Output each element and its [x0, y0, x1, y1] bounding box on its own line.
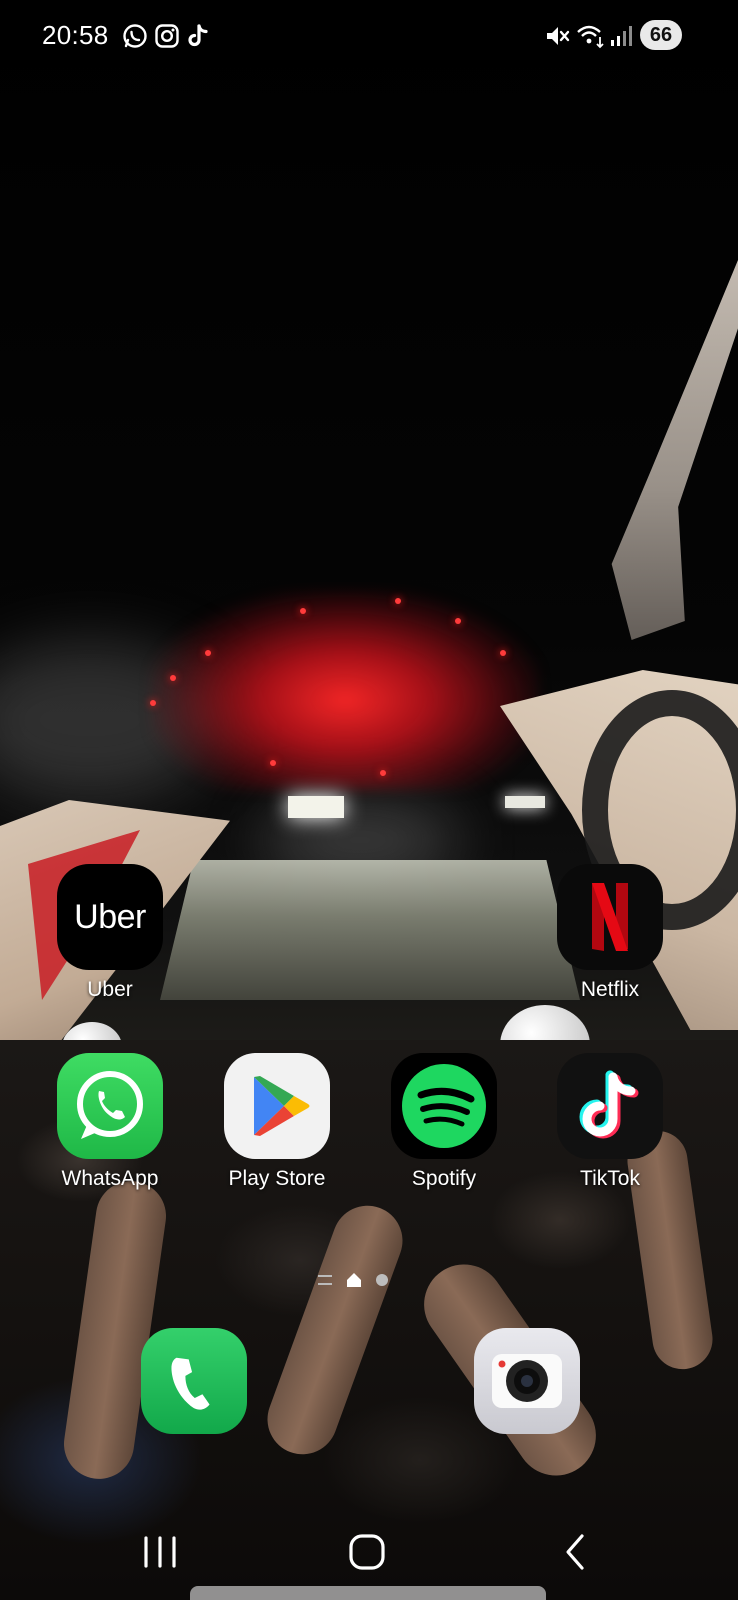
tiktok-icon [185, 23, 211, 49]
phone-icon[interactable] [141, 1328, 247, 1434]
netflix-icon[interactable] [557, 864, 663, 970]
app-label: Spotify [411, 1167, 477, 1190]
back-button[interactable] [545, 1522, 605, 1582]
home-page-icon [346, 1272, 362, 1288]
dock-camera[interactable] [452, 1328, 602, 1434]
recent-apps-icon [144, 1536, 176, 1568]
app-netflix[interactable]: Netflix [535, 864, 685, 1002]
home-button[interactable] [337, 1522, 397, 1582]
whatsapp-icon[interactable] [57, 1053, 163, 1159]
wallpaper [0, 0, 738, 1600]
recent-apps-button[interactable] [130, 1522, 190, 1582]
clock: 20:58 [42, 20, 109, 50]
home-icon [349, 1534, 385, 1570]
dock-phone[interactable] [119, 1328, 269, 1434]
menu-lines-icon [318, 1275, 332, 1285]
page-indicator[interactable] [318, 1270, 388, 1290]
spotify-icon[interactable] [391, 1053, 497, 1159]
app-whatsapp[interactable]: WhatsApp [35, 1053, 185, 1191]
navigation-bar [0, 1500, 738, 1600]
instagram-icon [154, 23, 180, 49]
signal-icon [608, 23, 634, 49]
app-label: WhatsApp [61, 1167, 159, 1190]
whatsapp-icon [122, 23, 148, 49]
play-store-icon[interactable] [224, 1053, 330, 1159]
app-tiktok[interactable]: TikTok [535, 1053, 685, 1191]
back-icon [566, 1534, 584, 1570]
app-label: Netflix [580, 978, 640, 1001]
tiktok-icon[interactable] [557, 1053, 663, 1159]
app-label: TikTok [580, 1167, 640, 1190]
status-bar: 20:58 66 [0, 0, 738, 74]
uber-logo-text: Uber [74, 897, 146, 936]
app-label: Uber [87, 978, 133, 1001]
page-dot [376, 1274, 388, 1286]
camera-icon[interactable] [474, 1328, 580, 1434]
app-label: Play Store [228, 1167, 326, 1190]
battery-indicator: 66 [640, 20, 682, 50]
mute-icon [544, 23, 570, 49]
app-spotify[interactable]: Spotify [369, 1053, 519, 1191]
uber-icon[interactable]: Uber [57, 864, 163, 970]
wifi-icon [576, 23, 606, 49]
gesture-handle[interactable] [190, 1586, 546, 1600]
app-uber[interactable]: Uber Uber [35, 864, 185, 1002]
app-play-store[interactable]: Play Store [202, 1053, 352, 1191]
